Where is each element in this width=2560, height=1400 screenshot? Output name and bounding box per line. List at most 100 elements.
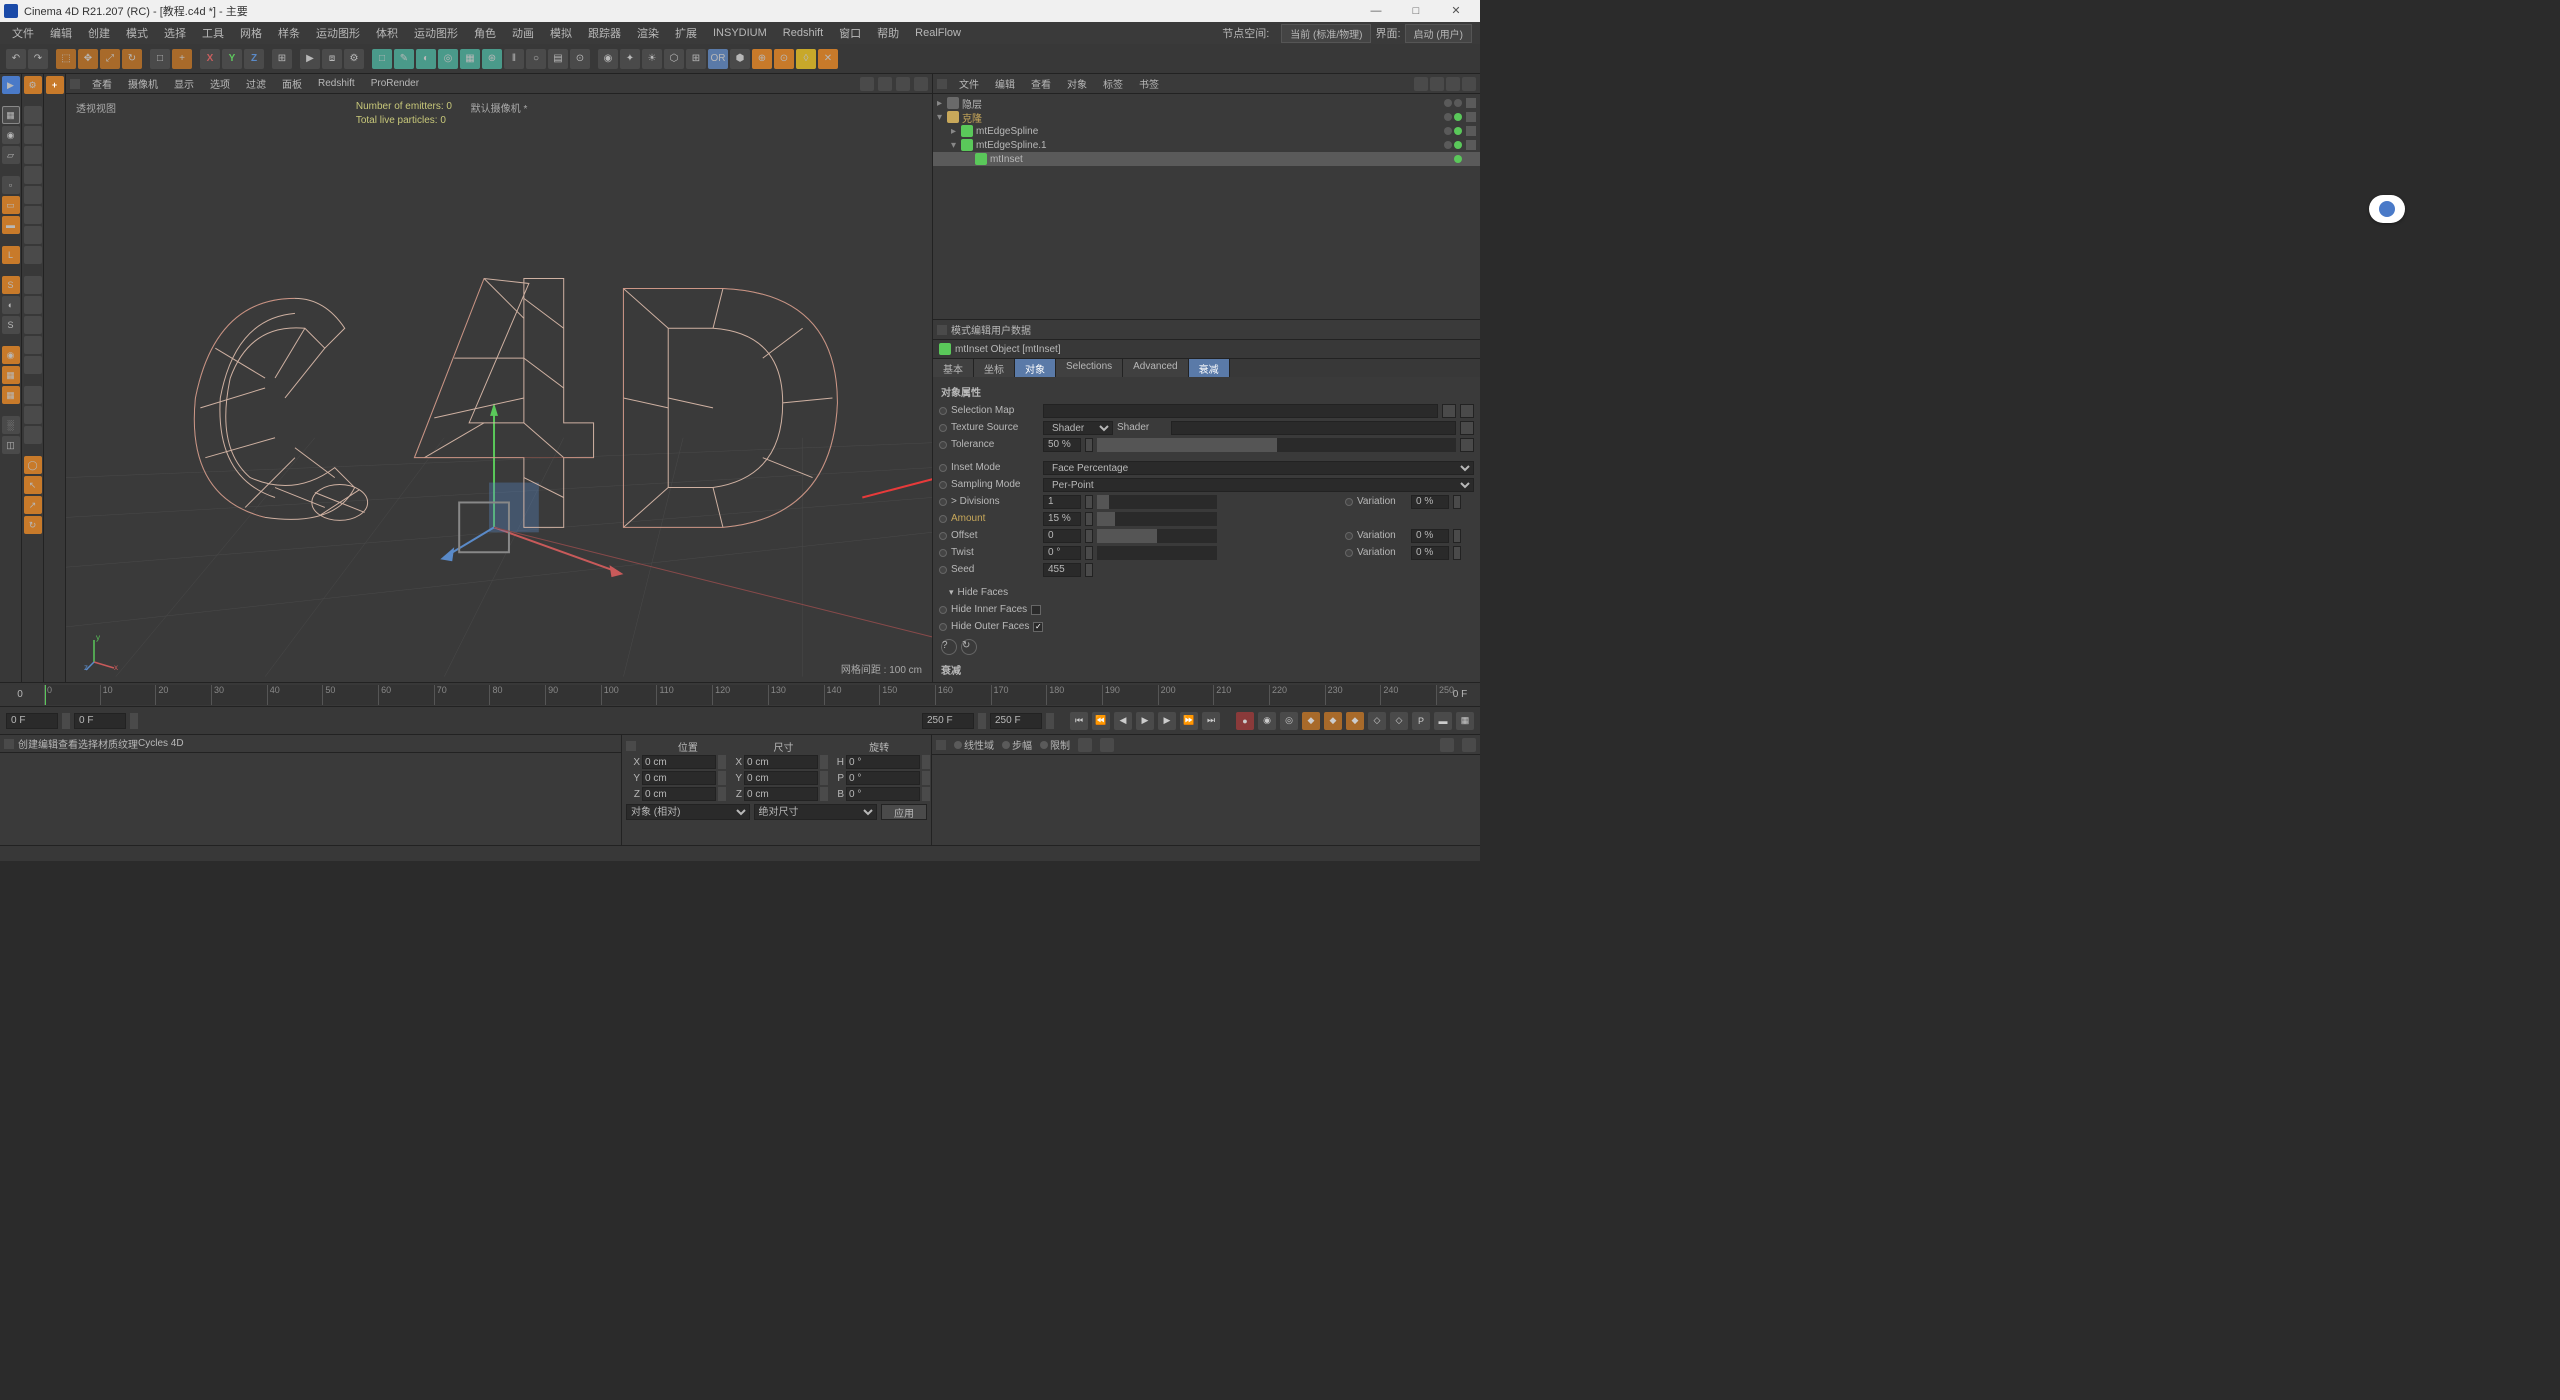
falloff-icon1[interactable]: ? (941, 639, 957, 655)
layout-dropdown[interactable]: 启动 (用户) (1405, 24, 1472, 43)
coord-system[interactable]: ⊞ (272, 49, 292, 69)
offset-input[interactable] (1043, 529, 1081, 543)
tl-last[interactable]: ⏭ (1202, 712, 1220, 730)
falloff-icon2[interactable]: ↻ (961, 639, 977, 655)
viewport-menu-icon[interactable] (70, 79, 80, 89)
vp-menu-options[interactable]: 选项 (202, 74, 238, 93)
axis-y-toggle[interactable]: Y (222, 49, 242, 69)
twist-input[interactable] (1043, 546, 1081, 560)
vp-nav-icon-1[interactable] (860, 77, 874, 91)
tol-slider[interactable] (1097, 438, 1456, 452)
seed-spinner[interactable] (1085, 563, 1093, 577)
deformer-tool[interactable]: ▦ (460, 49, 480, 69)
attr-userdata[interactable]: 用户数据 (991, 322, 1031, 337)
objmgr-file[interactable]: 文件 (951, 74, 987, 93)
rbp-i2[interactable] (1100, 738, 1114, 752)
points-mode[interactable]: ▫ (2, 176, 20, 194)
tree-row[interactable]: ▾ 克隆 (933, 110, 1480, 124)
menu-mesh[interactable]: 网格 (232, 23, 270, 43)
vp-menu-view[interactable]: 查看 (84, 74, 120, 93)
redo-button[interactable]: ↷ (28, 49, 48, 69)
misc-2[interactable]: ◫ (2, 436, 20, 454)
pos-z-spn[interactable] (718, 787, 726, 801)
size-x[interactable] (744, 755, 818, 769)
amount-slider[interactable] (1097, 512, 1217, 526)
offset-slider[interactable] (1097, 529, 1217, 543)
mat-cycles[interactable]: Cycles 4D (138, 738, 184, 749)
tl-end2-input[interactable] (990, 713, 1042, 729)
menu-volume[interactable]: 体积 (368, 23, 406, 43)
objmgr-objects[interactable]: 对象 (1059, 74, 1095, 93)
tl-start2-spn[interactable] (130, 713, 138, 729)
vt-nav4[interactable]: ↻ (24, 516, 42, 534)
rtab-linear[interactable]: 线性域 (954, 737, 994, 752)
texture-mode[interactable]: ◉ (2, 126, 20, 144)
menu-mograph2[interactable]: 运动图形 (406, 23, 466, 43)
amount-input[interactable] (1043, 512, 1081, 526)
tl-record[interactable]: ● (1236, 712, 1254, 730)
tab-advanced[interactable]: Advanced (1123, 359, 1188, 377)
menu-mograph[interactable]: 运动图形 (308, 23, 368, 43)
tl-kf7[interactable]: ▬ (1434, 712, 1452, 730)
camera-tool[interactable]: ○ (526, 49, 546, 69)
tab-object[interactable]: 对象 (1015, 359, 1056, 377)
select-tool[interactable]: ⬚ (56, 49, 76, 69)
tool-a[interactable]: ◉ (598, 49, 618, 69)
viewport-s2[interactable]: ◐ (2, 296, 20, 314)
make-editable[interactable]: ▶ (2, 76, 20, 94)
tab-basic[interactable]: 基本 (933, 359, 974, 377)
rbp-i4[interactable] (1462, 738, 1476, 752)
nurbs-tool[interactable]: ◐ (416, 49, 436, 69)
vt-2[interactable] (24, 126, 42, 144)
menu-character[interactable]: 角色 (466, 23, 504, 43)
objmgr-view[interactable]: 查看 (1023, 74, 1059, 93)
menu-select[interactable]: 选择 (156, 23, 194, 43)
sampmode-dropdown[interactable]: Per-Point (1043, 478, 1474, 492)
tl-autokey[interactable]: ◉ (1258, 712, 1276, 730)
pos-y-spn[interactable] (718, 771, 726, 785)
floor-tool[interactable]: ⊙ (570, 49, 590, 69)
locked-tool[interactable]: + (172, 49, 192, 69)
object-tree[interactable]: ▸ 隐层 ▾ 克隆 ▸ mtEdgeSpline ▾ (933, 94, 1480, 319)
close-button[interactable]: ✕ (1436, 0, 1476, 22)
scale-tool[interactable]: ⤢ (100, 49, 120, 69)
axis-mode[interactable]: L (2, 246, 20, 264)
viewport[interactable]: 透视视图 默认摄像机 * Number of emitters: 0 Total… (66, 94, 932, 682)
size-y-spn[interactable] (820, 771, 828, 785)
timeline-ruler[interactable]: 0102030405060708090100110120130140150160… (44, 685, 1436, 705)
tree-row[interactable]: ▾ mtEdgeSpline.1 (933, 138, 1480, 152)
texsrc-dropdown[interactable]: Shader (1043, 421, 1113, 435)
rot-h-spn[interactable] (922, 755, 930, 769)
vt-6[interactable] (24, 206, 42, 224)
vt-nav3[interactable]: ↗ (24, 496, 42, 514)
rbp-i3[interactable] (1440, 738, 1454, 752)
vt-15[interactable] (24, 406, 42, 424)
div-spinner[interactable] (1085, 495, 1093, 509)
coord-mode1[interactable]: 对象 (相对) (626, 804, 750, 820)
shader-menu[interactable] (1460, 421, 1474, 435)
mat-texture[interactable]: 纹理 (118, 736, 138, 751)
snap-1[interactable]: ◉ (2, 346, 20, 364)
tool-h[interactable]: ⊕ (752, 49, 772, 69)
div-input[interactable] (1043, 495, 1081, 509)
amount-spinner[interactable] (1085, 512, 1093, 526)
offset-spinner[interactable] (1085, 529, 1093, 543)
menu-tracker[interactable]: 跟踪器 (580, 23, 629, 43)
off-var-input[interactable] (1411, 529, 1449, 543)
rot-b-spn[interactable] (922, 787, 930, 801)
tl-kf3[interactable]: ◆ (1346, 712, 1364, 730)
objmgr-tags[interactable]: 标签 (1095, 74, 1131, 93)
last-tool[interactable]: □ (150, 49, 170, 69)
vp-menu-redshift[interactable]: Redshift (310, 76, 363, 91)
light-tool[interactable]: ▤ (548, 49, 568, 69)
tool-d[interactable]: ⬡ (664, 49, 684, 69)
vp-menu-filter[interactable]: 过滤 (238, 74, 274, 93)
menu-render[interactable]: 渲染 (629, 23, 667, 43)
tol-spinner[interactable] (1085, 438, 1093, 452)
minimize-button[interactable]: — (1356, 0, 1396, 22)
model-mode[interactable]: ▦ (2, 106, 20, 124)
vt-11[interactable] (24, 316, 42, 334)
hideinner-checkbox[interactable] (1031, 605, 1041, 615)
pos-x-spn[interactable] (718, 755, 726, 769)
mat-menu-icon[interactable] (4, 739, 14, 749)
